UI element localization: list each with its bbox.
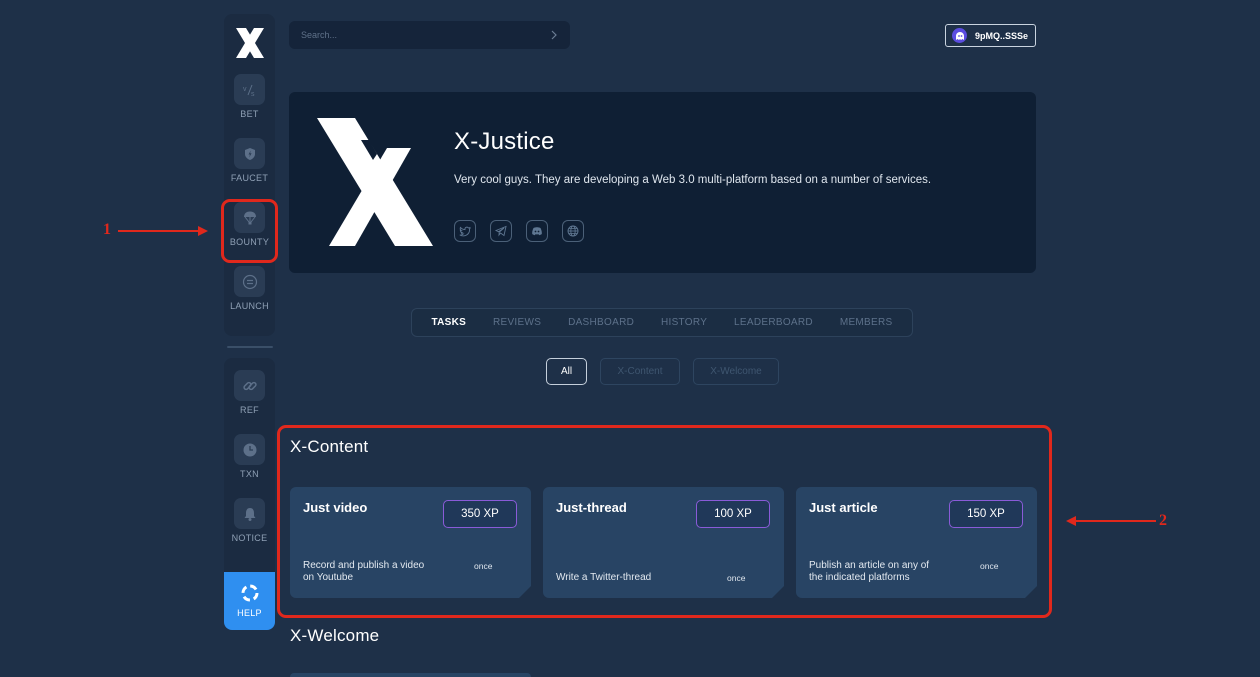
telegram-icon[interactable] [490,220,512,242]
task-card[interactable]: Just-thread 100 XP Write a Twitter-threa… [543,487,784,598]
launch-icon [234,266,265,297]
task-description: Write a Twitter-thread [556,572,652,583]
bet-icon: vs [234,74,265,105]
sidebar-item-notice[interactable]: NOTICE [224,498,275,562]
wallet-button[interactable]: 9pMQ..SSSe [945,24,1036,47]
sidebar-item-label: BET [240,109,259,119]
sidebar: vs BET FAUCET BOUNTY LAUNCH REF TXN NOTI… [224,14,275,630]
help-button[interactable]: HELP [224,572,275,630]
sidebar-item-bet[interactable]: vs BET [224,74,275,138]
clock-icon [234,434,265,465]
faucet-icon [234,138,265,169]
task-frequency: once [474,561,493,571]
project-header: X-Justice Very cool guys. They are devel… [289,92,1036,273]
filter-x-welcome[interactable]: X-Welcome [693,358,779,385]
twitter-icon[interactable] [454,220,476,242]
sidebar-main-group: vs BET FAUCET BOUNTY LAUNCH [224,14,275,336]
wallet-ghost-icon [952,28,967,43]
task-title: Just article [809,500,878,515]
link-icon [234,370,265,401]
svg-text:v: v [243,86,247,93]
sidebar-item-launch[interactable]: LAUNCH [224,266,275,330]
discord-icon[interactable] [526,220,548,242]
sidebar-divider [226,346,273,348]
project-description: Very cool guys. They are developing a We… [454,174,932,186]
sidebar-item-ref[interactable]: REF [224,370,275,434]
wallet-address: 9pMQ..SSSe [975,30,1029,41]
annotation-label-1: 1 [103,221,111,238]
task-card[interactable]: Just video 350 XP Record and publish a v… [290,487,531,598]
section-title-x-content: X-Content [290,437,369,456]
chevron-right-icon[interactable] [550,30,558,40]
task-list: Just video 350 XP Record and publish a v… [290,487,1037,598]
annotation-highlight-bounty [221,199,278,263]
svg-text:s: s [251,91,255,98]
task-card[interactable]: Just article 150 XP Publish an article o… [796,487,1037,598]
sidebar-item-label: REF [240,405,259,415]
task-card-partial [290,673,531,677]
annotation-arrow-1 [118,226,208,236]
xp-badge: 100 XP [696,500,770,528]
sidebar-item-label: TXN [240,469,259,479]
project-logo-icon [317,118,433,246]
sidebar-item-label: LAUNCH [230,301,269,311]
task-title: Just-thread [556,500,627,515]
sidebar-secondary-group: REF TXN NOTICE HELP [224,358,275,630]
task-title: Just video [303,500,368,515]
task-description: Record and publish a video on Youtube [303,560,425,583]
sidebar-item-txn[interactable]: TXN [224,434,275,498]
task-frequency: once [980,561,999,571]
bell-icon [234,498,265,529]
tab-members[interactable]: MEMBERS [840,317,893,328]
tab-history[interactable]: HISTORY [661,317,707,328]
search-input[interactable] [301,30,550,40]
task-frequency: once [727,573,746,583]
project-tabs: TASKS REVIEWS DASHBOARD HISTORY LEADERBO… [411,308,913,337]
section-title-x-welcome: X-Welcome [290,626,380,645]
annotation-arrow-2 [1066,516,1156,526]
xp-badge: 350 XP [443,500,517,528]
tab-leaderboard[interactable]: LEADERBOARD [734,317,813,328]
app-logo-icon[interactable] [234,26,266,60]
social-links [454,220,584,242]
annotation-label-2: 2 [1159,512,1167,529]
help-label: HELP [237,608,262,618]
sidebar-item-label: NOTICE [231,533,268,543]
sidebar-item-faucet[interactable]: FAUCET [224,138,275,202]
globe-icon[interactable] [562,220,584,242]
project-title: X-Justice [454,128,555,155]
xp-badge: 150 XP [949,500,1023,528]
filter-x-content[interactable]: X-Content [600,358,680,385]
search-bar[interactable] [289,21,570,49]
tab-dashboard[interactable]: DASHBOARD [568,317,634,328]
tab-tasks[interactable]: TASKS [431,317,466,328]
sidebar-item-label: FAUCET [230,173,269,183]
filter-all[interactable]: All [546,358,587,385]
task-description: Publish an article on any of the indicat… [809,560,930,583]
lifebuoy-icon [241,584,258,602]
tab-reviews[interactable]: REVIEWS [493,317,541,328]
task-filters: All X-Content X-Welcome [546,358,779,385]
